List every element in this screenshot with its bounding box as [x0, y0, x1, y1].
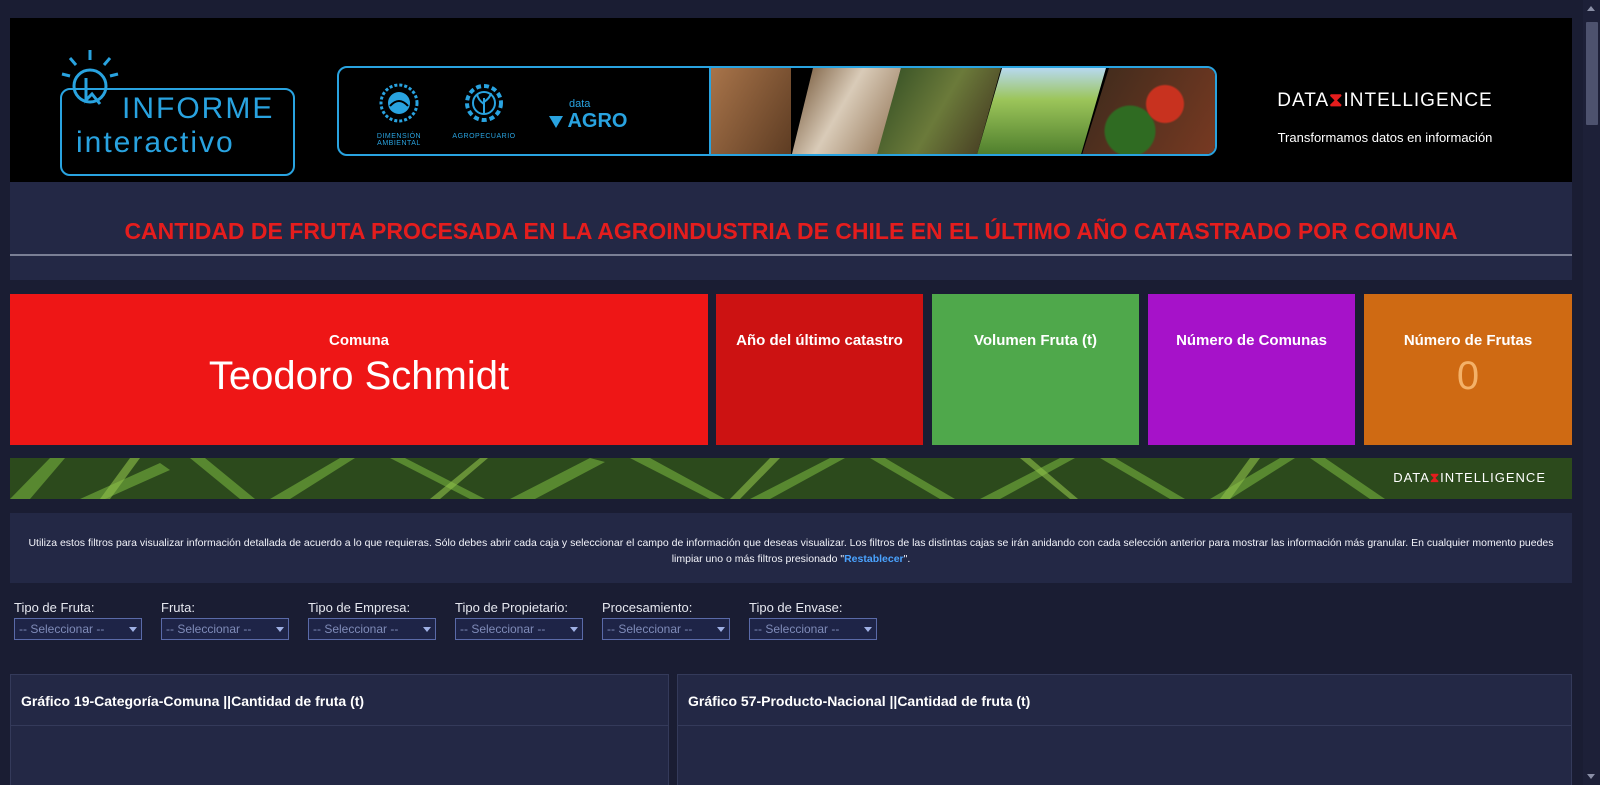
- filters-instructions: Utiliza estos filtros para visualizar in…: [10, 535, 1572, 567]
- kpi-label: Comuna: [329, 332, 389, 349]
- select-value: -- Seleccionar --: [19, 622, 105, 636]
- kpi-card-comuna: Comuna Teodoro Schmidt: [10, 294, 708, 445]
- select-value: -- Seleccionar --: [166, 622, 252, 636]
- data-agro-big: AGRO: [567, 110, 628, 132]
- kpi-label: Año del último catastro: [736, 332, 903, 349]
- data-intelligence-logo: DATA⧗INTELLIGENCE Transformamos datos en…: [1235, 90, 1535, 145]
- logo-text-line2: interactivo: [76, 126, 235, 159]
- kpi-card-numero-comunas: Número de Comunas: [1148, 294, 1355, 445]
- data-agro-logo: data AGRO: [549, 98, 627, 133]
- chart-panel-categoria-comuna: Gráfico 19-Categoría-Comuna ||Cantidad d…: [10, 674, 669, 785]
- title-divider: [10, 254, 1572, 256]
- tractor-photo: [711, 68, 791, 154]
- gear-plant-icon: [465, 84, 503, 122]
- filter-label: Fruta:: [161, 600, 195, 615]
- agro-triangle-icon: [549, 116, 563, 128]
- band-brand-left: DATA: [1393, 470, 1430, 485]
- corn-leaves-image: [10, 458, 1572, 499]
- kpi-label: Número de Comunas: [1176, 332, 1327, 349]
- header-banner: INFORME interactivo DIMENSIÓN AMBIENTAL …: [10, 18, 1572, 182]
- band-brand-right: INTELLIGENCE: [1440, 470, 1546, 485]
- reset-link[interactable]: Restablecer: [844, 553, 904, 565]
- chevron-down-icon: [129, 627, 137, 632]
- data-agro-small: data: [569, 98, 591, 110]
- filter-tipo-empresa: Tipo de Empresa: -- Seleccionar --: [308, 600, 438, 640]
- filter-tipo-envase-select[interactable]: -- Seleccionar --: [749, 618, 877, 640]
- select-value: -- Seleccionar --: [313, 622, 399, 636]
- select-value: -- Seleccionar --: [754, 622, 840, 636]
- filter-tipo-propietario-select[interactable]: -- Seleccionar --: [455, 618, 583, 640]
- hourglass-x-icon: ⧗: [1329, 90, 1344, 111]
- vertical-scrollbar[interactable]: [1583, 0, 1600, 785]
- partner-dimension-ambiental: DIMENSIÓN AMBIENTAL: [359, 80, 439, 147]
- scroll-down-arrow-icon[interactable]: [1587, 774, 1595, 779]
- filter-tipo-fruta: Tipo de Fruta: -- Seleccionar --: [14, 600, 144, 640]
- instructions-text-end: ".: [903, 553, 911, 565]
- chart-divider: [678, 725, 1571, 726]
- page-title: CANTIDAD DE FRUTA PROCESADA EN LA AGROIN…: [124, 218, 1458, 244]
- filter-tipo-fruta-select[interactable]: -- Seleccionar --: [14, 618, 142, 640]
- kpi-card-ano-catastro: Año del último catastro: [716, 294, 923, 445]
- partner-caption: DIMENSIÓN AMBIENTAL: [376, 133, 422, 147]
- select-value: -- Seleccionar --: [607, 622, 693, 636]
- kpi-card-volumen-fruta: Volumen Fruta (t): [932, 294, 1139, 445]
- chart-title: Gráfico 57-Producto-Nacional ||Cantidad …: [688, 693, 1031, 709]
- chevron-down-icon: [423, 627, 431, 632]
- brand-name-left: DATA: [1277, 90, 1330, 111]
- photo-strip: [709, 68, 1215, 154]
- kpi-label: Número de Frutas: [1403, 332, 1533, 349]
- partner-agropecuario: AGROPECUARIO: [444, 80, 524, 140]
- filter-fruta: Fruta: -- Seleccionar --: [161, 600, 291, 640]
- filter-label: Tipo de Empresa:: [308, 600, 411, 615]
- informe-interactivo-logo: INFORME interactivo: [50, 48, 295, 176]
- chart-panel-producto-nacional: Gráfico 57-Producto-Nacional ||Cantidad …: [677, 674, 1572, 785]
- filter-procesamiento: Procesamiento: -- Seleccionar --: [602, 600, 732, 640]
- kpi-card-numero-frutas: Número de Frutas 0: [1364, 294, 1572, 445]
- scroll-up-arrow-icon[interactable]: [1587, 6, 1595, 11]
- chevron-down-icon: [570, 627, 578, 632]
- brand-tagline: Transformamos datos en información: [1277, 130, 1493, 145]
- filter-label: Procesamiento:: [602, 600, 693, 615]
- title-panel: CANTIDAD DE FRUTA PROCESADA EN LA AGROIN…: [10, 182, 1572, 280]
- band-brand-logo: DATA⧗INTELLIGENCE: [1393, 470, 1546, 486]
- filter-tipo-propietario: Tipo de Propietario: -- Seleccionar --: [455, 600, 585, 640]
- chart-title: Gráfico 19-Categoría-Comuna ||Cantidad d…: [21, 693, 365, 709]
- partners-strip: DIMENSIÓN AMBIENTAL AGROPECUARIO data AG…: [337, 66, 1217, 156]
- filter-label: Tipo de Propietario:: [455, 600, 568, 615]
- kpi-value: Teodoro Schmidt: [208, 354, 510, 398]
- chevron-down-icon: [717, 627, 725, 632]
- kpi-label: Volumen Fruta (t): [973, 332, 1098, 349]
- scrollbar-thumb[interactable]: [1586, 22, 1598, 125]
- filter-label: Tipo de Envase:: [749, 600, 843, 615]
- instructions-text: Utiliza estos filtros para visualizar in…: [28, 537, 1554, 565]
- filter-procesamiento-select[interactable]: -- Seleccionar --: [602, 618, 730, 640]
- hourglass-x-icon: ⧗: [1429, 470, 1441, 485]
- kpi-value: 0: [1456, 354, 1480, 398]
- filter-fruta-select[interactable]: -- Seleccionar --: [161, 618, 289, 640]
- filters-info-panel: Utiliza estos filtros para visualizar in…: [10, 513, 1572, 583]
- chart-divider: [11, 725, 668, 726]
- filter-label: Tipo de Fruta:: [14, 600, 95, 615]
- leaves-banner: DATA⧗INTELLIGENCE: [10, 458, 1572, 499]
- chevron-down-icon: [276, 627, 284, 632]
- sun-emblem-icon: [379, 83, 419, 123]
- filter-tipo-envase: Tipo de Envase: -- Seleccionar --: [749, 600, 879, 640]
- filter-tipo-empresa-select[interactable]: -- Seleccionar --: [308, 618, 436, 640]
- chevron-down-icon: [864, 627, 872, 632]
- select-value: -- Seleccionar --: [460, 622, 546, 636]
- partner-caption: AGROPECUARIO: [452, 133, 516, 140]
- brand-name-right: INTELLIGENCE: [1343, 90, 1493, 111]
- logo-text-line1: INFORME: [122, 92, 275, 125]
